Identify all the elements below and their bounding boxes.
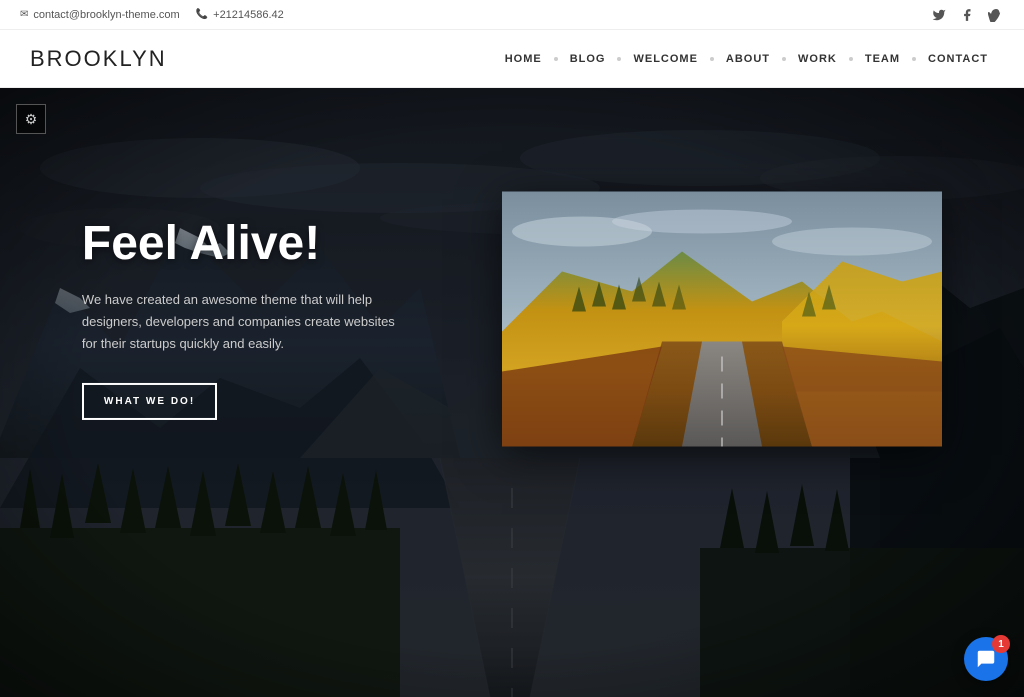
nav-blog[interactable]: BLOG: [564, 49, 612, 69]
hero-section: ⚙ Feel Alive! We have created an awesome…: [0, 88, 1024, 697]
vimeo-icon[interactable]: V: [986, 6, 1004, 24]
hero-image-card: [502, 192, 942, 447]
nav-team[interactable]: TEAM: [859, 49, 906, 69]
svg-text:V: V: [990, 13, 994, 19]
nav-dot-2: [617, 57, 621, 61]
main-nav: HOME BLOG WELCOME ABOUT WORK TEAM CONTAC…: [499, 49, 994, 69]
nav-contact[interactable]: CONTACT: [922, 49, 994, 69]
header: BROOKLYN HOME BLOG WELCOME ABOUT WORK TE…: [0, 30, 1024, 88]
chat-badge: 1: [992, 635, 1010, 653]
nav-work[interactable]: WORK: [792, 49, 843, 69]
twitter-icon[interactable]: [930, 6, 948, 24]
nav-dot-3: [710, 57, 714, 61]
phone-contact: 📞 +21214586.42: [196, 9, 284, 21]
card-image: [502, 192, 942, 447]
nav-welcome[interactable]: WELCOME: [627, 49, 703, 69]
logo[interactable]: BROOKLYN: [30, 46, 167, 72]
nav-dot-4: [782, 57, 786, 61]
chat-widget[interactable]: 1: [964, 637, 1008, 681]
facebook-icon[interactable]: [958, 6, 976, 24]
email-text: contact@brooklyn-theme.com: [33, 9, 179, 21]
cta-button[interactable]: WHAT WE DO!: [82, 383, 217, 420]
nav-about[interactable]: ABOUT: [720, 49, 776, 69]
logo-part1: BROOK: [30, 46, 119, 71]
hero-content: Feel Alive! We have created an awesome t…: [82, 218, 402, 420]
gear-icon: ⚙: [25, 111, 38, 128]
hero-subtitle: We have created an awesome theme that wi…: [82, 289, 402, 355]
nav-dot-6: [912, 57, 916, 61]
phone-text: +21214586.42: [213, 9, 284, 21]
nav-dot-1: [554, 57, 558, 61]
phone-icon: 📞: [196, 9, 208, 20]
email-contact: ✉ contact@brooklyn-theme.com: [20, 9, 180, 21]
email-icon: ✉: [20, 9, 28, 20]
top-bar-contacts: ✉ contact@brooklyn-theme.com 📞 +21214586…: [20, 9, 284, 21]
nav-dot-5: [849, 57, 853, 61]
logo-part2: LYN: [119, 46, 166, 71]
top-bar: ✉ contact@brooklyn-theme.com 📞 +21214586…: [0, 0, 1024, 30]
hero-title: Feel Alive!: [82, 218, 402, 271]
social-links: V: [930, 6, 1004, 24]
chat-icon: [975, 648, 997, 670]
settings-button[interactable]: ⚙: [16, 104, 46, 134]
nav-home[interactable]: HOME: [499, 49, 548, 69]
